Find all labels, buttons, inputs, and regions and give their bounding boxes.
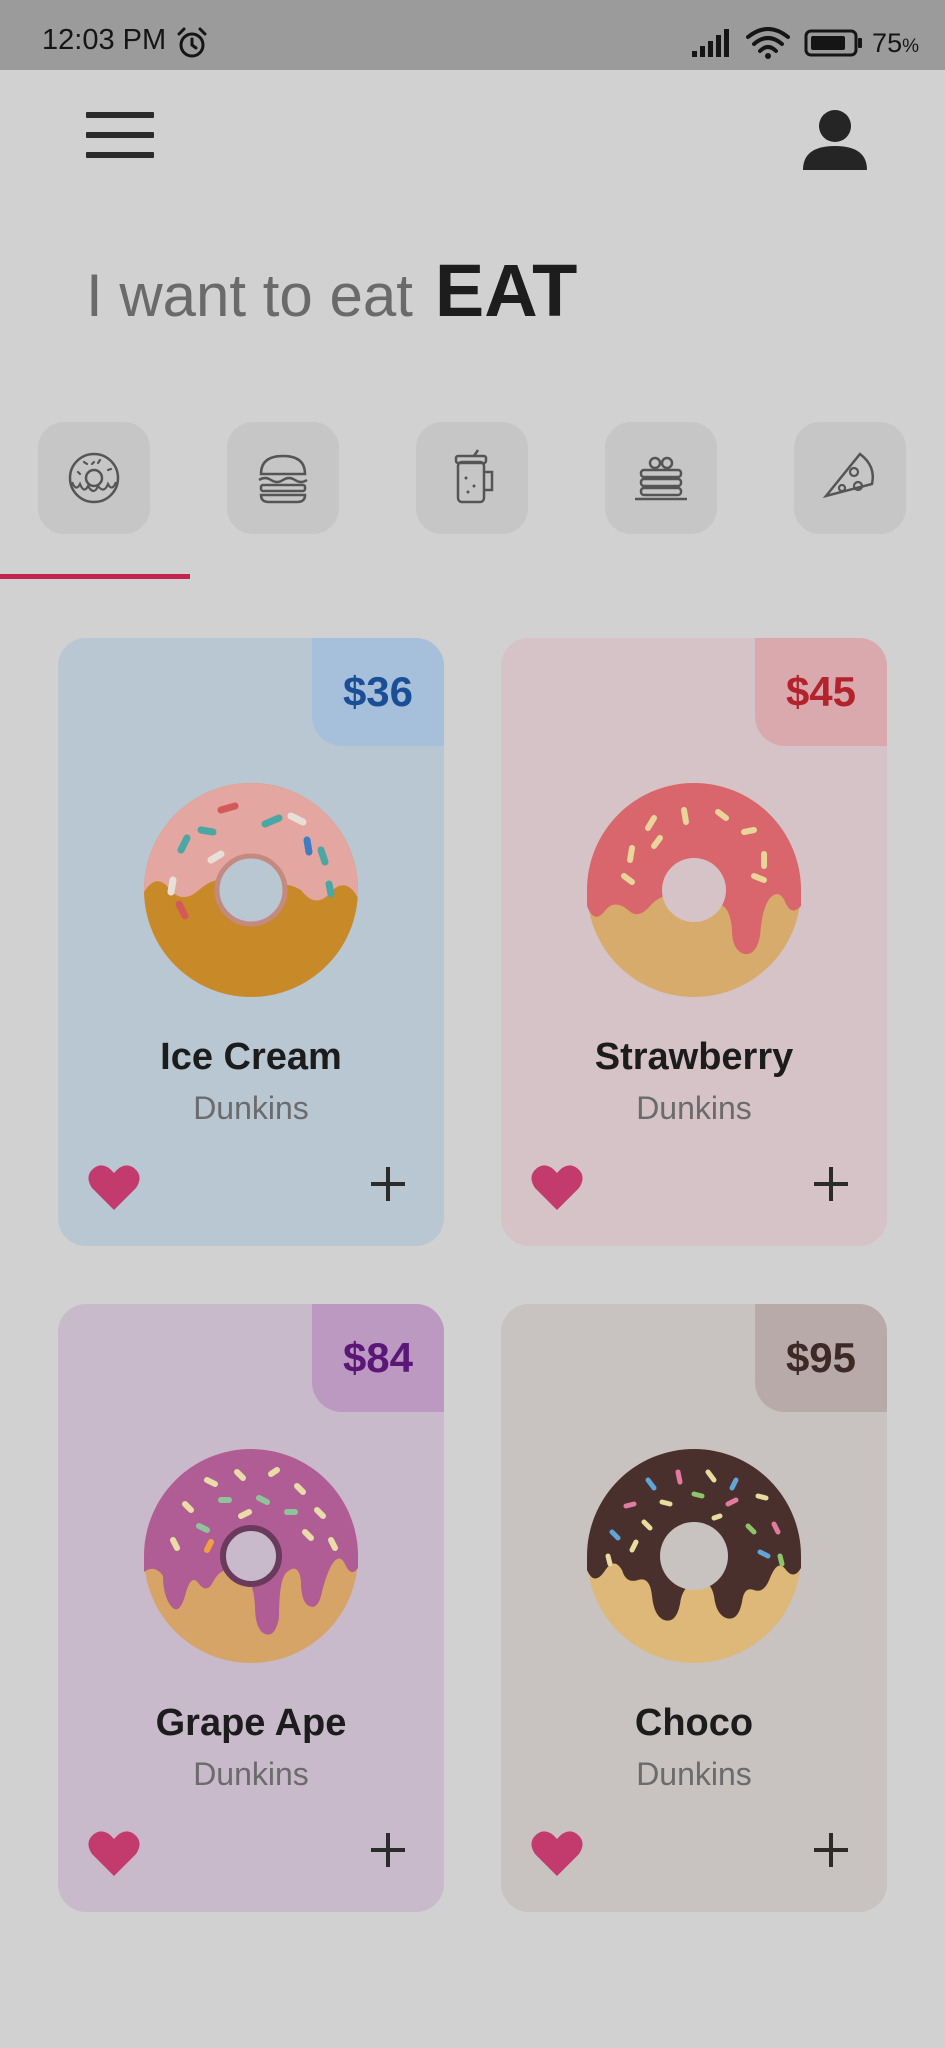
status-bar: 12:03 PM 75% xyxy=(0,0,945,70)
donut-image xyxy=(587,1449,801,1663)
plus-icon[interactable] xyxy=(368,1164,408,1204)
plus-icon[interactable] xyxy=(811,1164,851,1204)
burger-icon xyxy=(258,454,308,504)
price-tag: $95 xyxy=(755,1304,887,1412)
product-brand: Dunkins xyxy=(636,1756,752,1792)
product-brand: Dunkins xyxy=(193,1090,309,1126)
product-brand: Dunkins xyxy=(193,1756,309,1792)
wifi-icon xyxy=(746,27,791,59)
category-tab-pancakes[interactable] xyxy=(605,422,717,534)
heart-icon[interactable] xyxy=(88,1830,140,1876)
cell-signal-icon xyxy=(692,29,730,57)
product-card[interactable]: $45 Strawberry Dunkins xyxy=(501,638,887,1246)
category-tab-donut[interactable] xyxy=(38,422,150,534)
menu-button[interactable] xyxy=(86,112,154,162)
product-name: Grape Ape xyxy=(155,1702,347,1744)
product-card[interactable]: $95 Choco Dunkins xyxy=(501,1304,887,1912)
donut-image xyxy=(587,783,801,997)
category-selected-indicator xyxy=(0,574,190,579)
product-name: Ice Cream xyxy=(160,1036,342,1078)
page-headline: I want to eat EAT xyxy=(86,248,577,333)
price-tag: $84 xyxy=(312,1304,444,1412)
category-tab-drink[interactable] xyxy=(416,422,528,534)
headline-prefix: I want to eat xyxy=(86,262,413,329)
pizza-slice-icon xyxy=(822,452,874,499)
product-card[interactable]: $84 Grape Ape Dunkins xyxy=(58,1304,444,1912)
donut-image xyxy=(144,783,358,997)
battery-level: 75% xyxy=(872,27,919,58)
product-name: Choco xyxy=(634,1702,754,1744)
plus-icon[interactable] xyxy=(811,1830,851,1870)
headline-emphasis: EAT xyxy=(434,249,578,332)
hamburger-menu-icon xyxy=(86,112,154,118)
donut-image xyxy=(144,1449,358,1663)
heart-icon[interactable] xyxy=(531,1830,583,1876)
category-tab-pizza[interactable] xyxy=(794,422,906,534)
heart-icon[interactable] xyxy=(531,1164,583,1210)
user-profile-icon[interactable] xyxy=(800,108,870,170)
alarm-clock-icon xyxy=(177,27,207,58)
status-time: 12:03 PM xyxy=(42,24,167,56)
category-tab-burger[interactable] xyxy=(227,422,339,534)
battery-icon xyxy=(804,29,863,57)
status-icons: 75% xyxy=(692,26,919,60)
pancakes-icon xyxy=(635,456,687,501)
price-tag: $36 xyxy=(312,638,444,746)
drink-jar-icon xyxy=(454,449,494,504)
product-name: Strawberry xyxy=(594,1036,794,1078)
price-tag: $45 xyxy=(755,638,887,746)
plus-icon[interactable] xyxy=(368,1830,408,1870)
heart-icon[interactable] xyxy=(88,1164,140,1210)
donut-icon xyxy=(68,452,120,504)
product-card[interactable]: $36 Ice Cream Dunkins xyxy=(58,638,444,1246)
product-brand: Dunkins xyxy=(636,1090,752,1126)
